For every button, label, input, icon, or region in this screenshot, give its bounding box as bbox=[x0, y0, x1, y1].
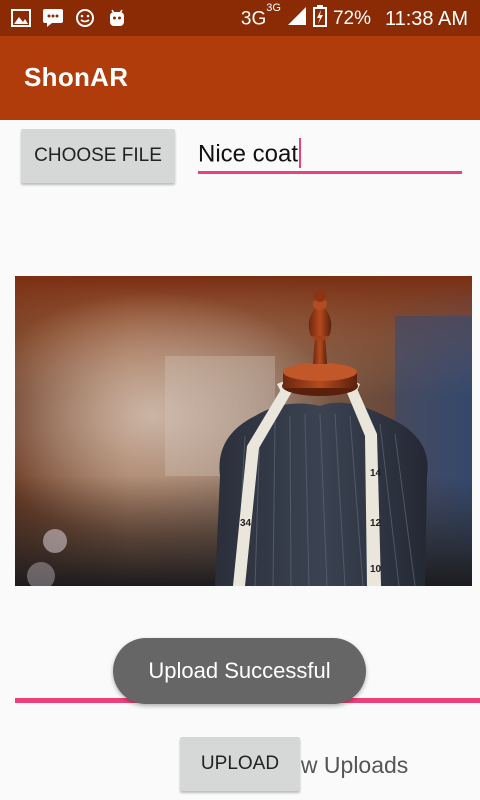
smiley-notification-icon bbox=[74, 7, 96, 29]
file-name-value: Nice coat bbox=[198, 140, 299, 168]
image-preview: 23 24 14 12 10 34 bbox=[15, 276, 472, 586]
clock: 11:38 AM bbox=[384, 7, 468, 30]
svg-text:12: 12 bbox=[370, 518, 382, 529]
toast-message: Upload Successful bbox=[113, 638, 366, 704]
mannequin-photo: 23 24 14 12 10 34 bbox=[15, 276, 472, 586]
battery-percent: 72% bbox=[332, 8, 371, 29]
svg-text:10: 10 bbox=[370, 564, 382, 575]
choose-file-button[interactable]: CHOOSE FILE bbox=[21, 129, 175, 183]
app-bar: ShonAR bbox=[0, 36, 480, 120]
svg-text:14: 14 bbox=[370, 468, 382, 479]
network-type: 3G3G bbox=[240, 1, 281, 30]
gallery-notification-icon bbox=[10, 7, 32, 29]
show-uploads-button[interactable]: Show Uploads bbox=[300, 745, 480, 790]
text-cursor bbox=[299, 138, 302, 168]
show-uploads-label: Show Uploads bbox=[300, 752, 409, 778]
file-name-input[interactable]: Nice coat bbox=[198, 136, 462, 174]
svg-text:34: 34 bbox=[240, 518, 252, 529]
upload-button[interactable]: UPLOAD bbox=[180, 737, 300, 791]
status-bar: 3G3G 72% 11:38 AM bbox=[0, 0, 480, 36]
battery-icon bbox=[312, 5, 327, 33]
app-title: ShonAR bbox=[24, 62, 129, 92]
signal-icon bbox=[287, 6, 307, 32]
message-notification-icon bbox=[42, 7, 64, 29]
android-notification-icon bbox=[106, 7, 128, 29]
